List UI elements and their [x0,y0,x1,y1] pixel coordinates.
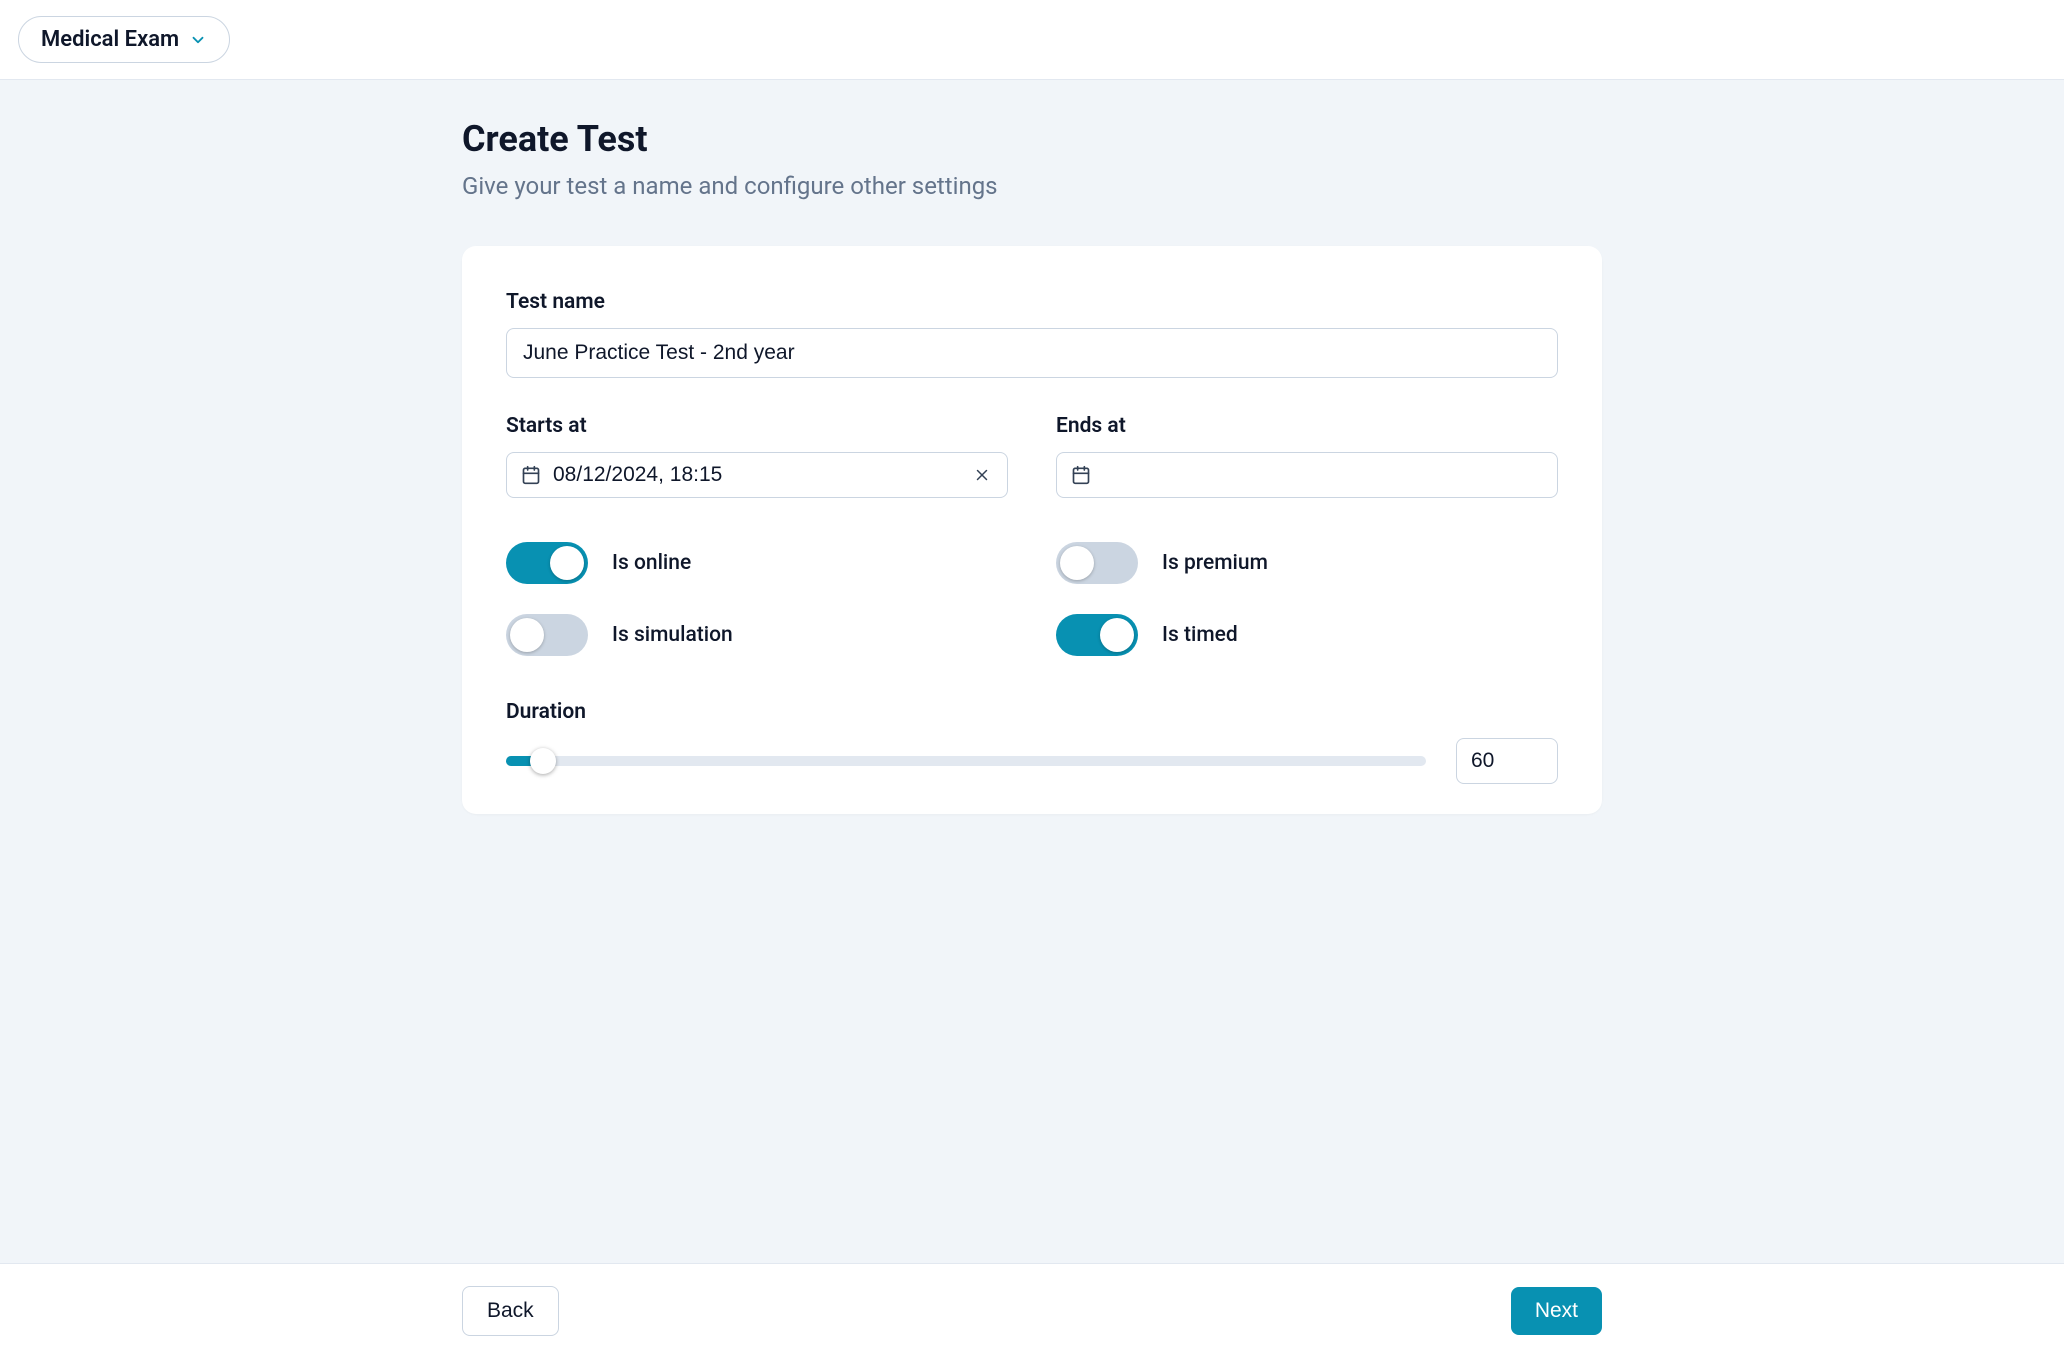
is-simulation-label: Is simulation [612,623,733,647]
exam-type-dropdown[interactable]: Medical Exam [18,16,230,63]
is-online-label: Is online [612,551,691,575]
is-online-toggle[interactable] [506,542,588,584]
is-simulation-row: Is simulation [506,614,1008,656]
next-button[interactable]: Next [1511,1287,1602,1335]
starts-at-input[interactable] [553,463,959,487]
duration-slider[interactable] [506,756,1426,766]
is-premium-row: Is premium [1056,542,1558,584]
chevron-down-icon [189,31,207,49]
slider-thumb[interactable] [530,748,556,774]
is-timed-label: Is timed [1162,623,1238,647]
starts-at-label: Starts at [506,414,1008,438]
duration-section: Duration [506,700,1558,784]
top-bar: Medical Exam [0,0,2064,80]
is-premium-label: Is premium [1162,551,1268,575]
ends-at-input-wrap[interactable] [1056,452,1558,498]
calendar-icon [1071,465,1091,485]
page-title: Create Test [462,118,1602,160]
exam-type-label: Medical Exam [41,27,179,52]
close-icon [973,466,991,484]
duration-value-input[interactable] [1456,738,1558,784]
test-name-input[interactable] [506,328,1558,378]
back-button[interactable]: Back [462,1286,559,1336]
calendar-icon [521,465,541,485]
form-card: Test name Starts at [462,246,1602,814]
clear-starts-at-button[interactable] [971,464,993,486]
page-subtitle: Give your test a name and configure othe… [462,172,1602,200]
is-timed-toggle[interactable] [1056,614,1138,656]
starts-at-input-wrap[interactable] [506,452,1008,498]
is-premium-toggle[interactable] [1056,542,1138,584]
footer-bar: Back Next [0,1263,2064,1358]
starts-at-field: Starts at [506,414,1008,498]
ends-at-label: Ends at [1056,414,1558,438]
duration-label: Duration [506,700,1558,724]
is-simulation-toggle[interactable] [506,614,588,656]
test-name-label: Test name [506,290,1558,314]
page-body: Create Test Give your test a name and co… [0,80,2064,1358]
ends-at-field: Ends at [1056,414,1558,498]
is-online-row: Is online [506,542,1008,584]
is-timed-row: Is timed [1056,614,1558,656]
ends-at-input[interactable] [1103,463,1543,487]
